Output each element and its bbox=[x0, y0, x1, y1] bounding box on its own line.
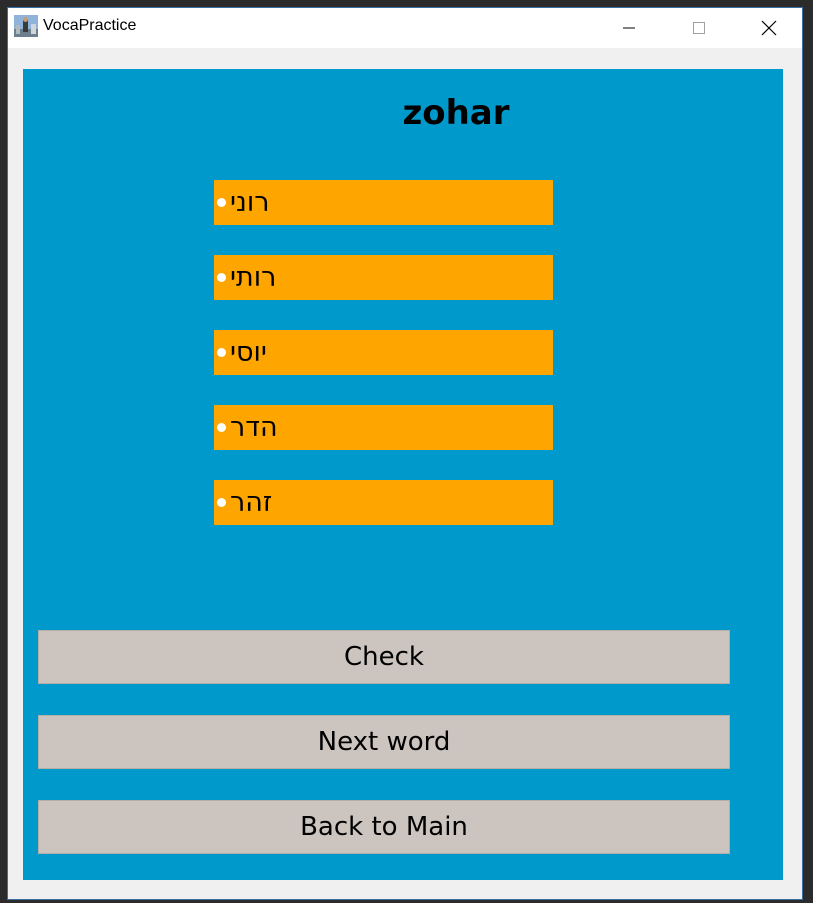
window-title: VocaPractice bbox=[43, 17, 137, 34]
answer-option[interactable]: רותי bbox=[214, 255, 553, 300]
answer-option-label: יוסי bbox=[230, 337, 267, 368]
next-word-button[interactable]: Next word bbox=[38, 715, 730, 769]
answer-option[interactable]: יוסי bbox=[214, 330, 553, 375]
radio-indicator-icon[interactable] bbox=[217, 498, 226, 507]
close-icon bbox=[761, 20, 777, 36]
answer-option-label: זהר bbox=[230, 487, 273, 518]
app-photo-icon bbox=[14, 15, 38, 37]
answer-option[interactable]: רוני bbox=[214, 180, 553, 225]
title-bar[interactable]: VocaPractice bbox=[8, 8, 802, 48]
app-window: VocaPractice zohar רוני רותי יוסי הדר זה… bbox=[7, 7, 803, 900]
radio-indicator-icon[interactable] bbox=[217, 423, 226, 432]
quiz-panel: zohar רוני רותי יוסי הדר זהר Check Next … bbox=[23, 69, 783, 880]
radio-indicator-icon[interactable] bbox=[217, 348, 226, 357]
maximize-icon bbox=[693, 22, 705, 34]
maximize-button[interactable] bbox=[670, 8, 728, 48]
radio-indicator-icon[interactable] bbox=[217, 198, 226, 207]
radio-indicator-icon[interactable] bbox=[217, 273, 226, 282]
check-button[interactable]: Check bbox=[38, 630, 730, 684]
close-button[interactable] bbox=[740, 8, 798, 48]
minimize-icon bbox=[623, 27, 635, 29]
minimize-button[interactable] bbox=[600, 8, 658, 48]
answer-option-label: רותי bbox=[230, 262, 277, 293]
back-to-main-button[interactable]: Back to Main bbox=[38, 800, 730, 854]
answer-option[interactable]: הדר bbox=[214, 405, 553, 450]
answer-option-label: רוני bbox=[230, 187, 270, 218]
answer-option-label: הדר bbox=[230, 412, 278, 443]
quiz-word: zohar bbox=[402, 93, 510, 133]
background-editor-strip bbox=[803, 0, 813, 903]
answer-option[interactable]: זהר bbox=[214, 480, 553, 525]
